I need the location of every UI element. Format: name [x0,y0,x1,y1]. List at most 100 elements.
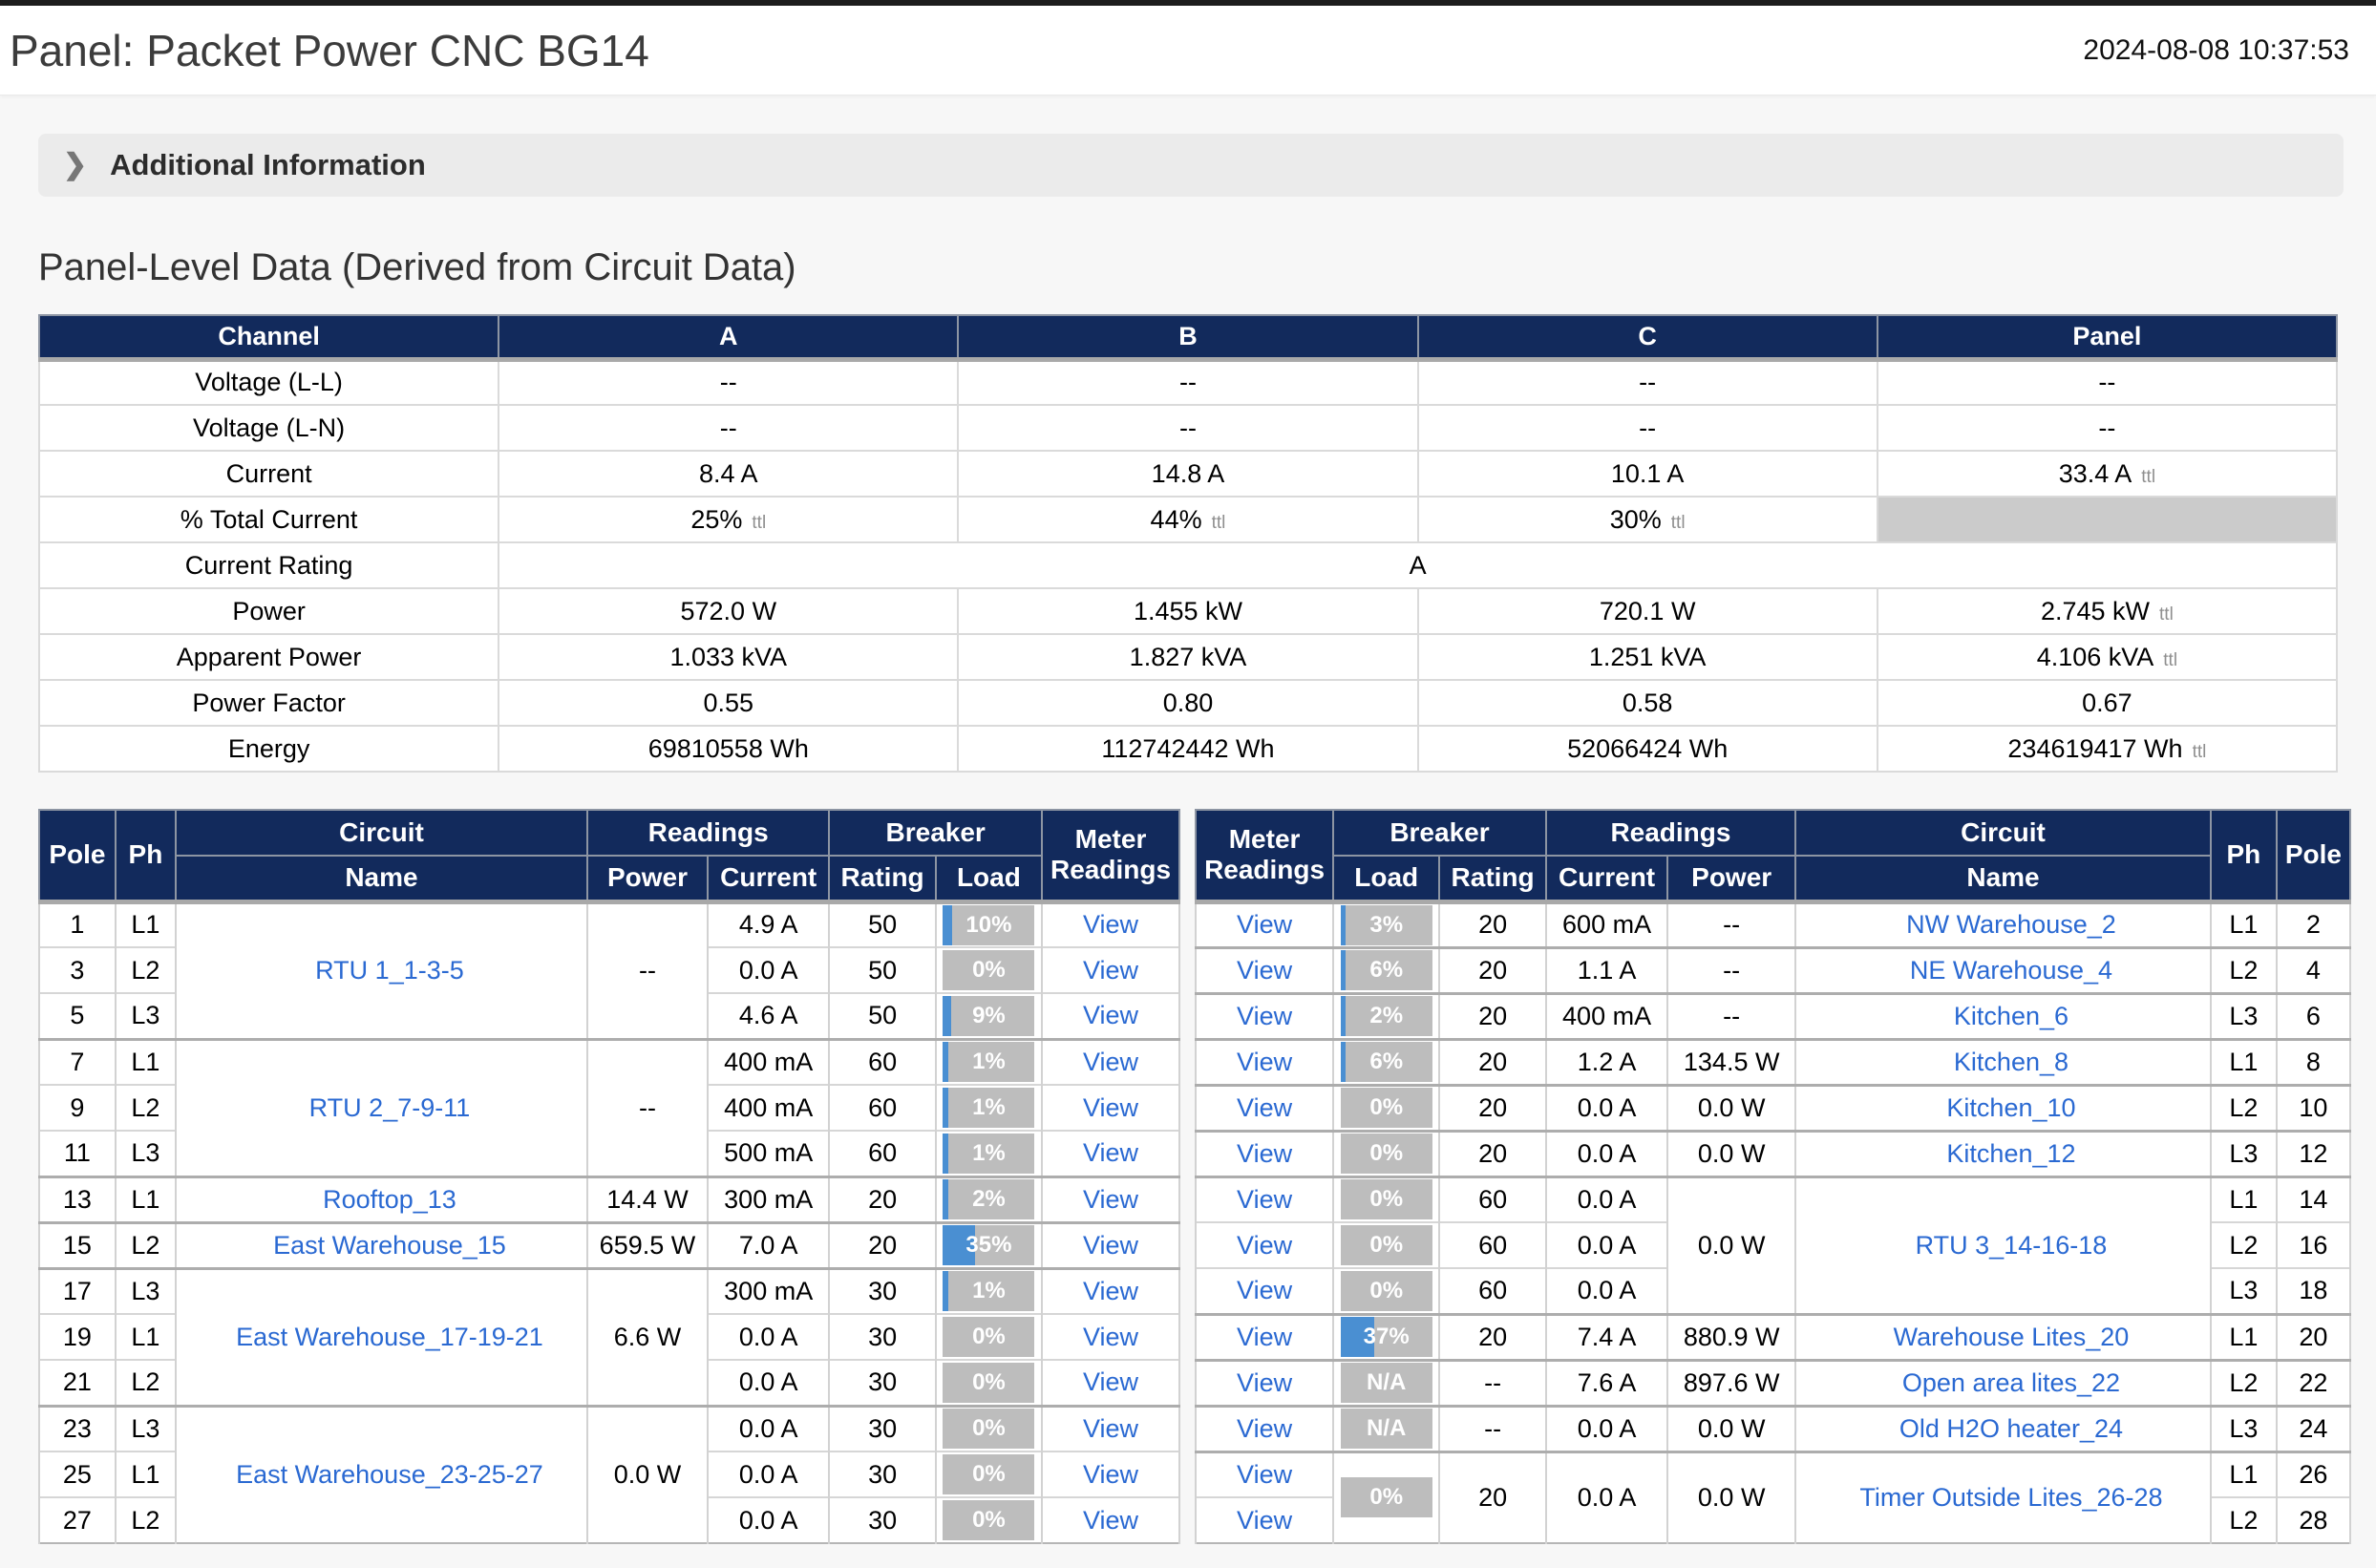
panel-value-cell: -- [958,359,1417,405]
view-meter-readings-link[interactable]: View [1237,1276,1292,1304]
circuit-name-cell: RTU 1_1-3-5 [176,901,587,1039]
ph-cell: L3 [2211,1131,2277,1176]
view-meter-readings-link[interactable]: View [1237,1460,1292,1489]
view-meter-readings-link[interactable]: View [1083,1367,1138,1396]
circuit-row-pole-20: View37%207.4 A880.9 WWarehouse Lites_20L… [1196,1314,2350,1360]
rating-cell: 20 [1439,1131,1546,1176]
view-meter-readings-link[interactable]: View [1083,1414,1138,1443]
view-meter-readings-link[interactable]: View [1083,1460,1138,1489]
panel-row-label: Current [39,451,499,497]
circuit-row-pole-2: View3%20600 mA--NW Warehouse_2L12 [1196,901,2350,947]
view-meter-readings-link[interactable]: View [1083,1001,1138,1029]
view-meter-readings-link[interactable]: View [1083,1093,1138,1122]
col-header-readings: Readings [587,810,829,856]
view-meter-readings-link[interactable]: View [1237,1414,1292,1443]
panel-value-cell: 44%ttl [958,497,1417,542]
circuit-name-cell: East Warehouse_23-25-27 [176,1406,587,1543]
circuit-name-link[interactable]: RTU 3_14-16-18 [1916,1231,2108,1260]
circuit-row-pole-24: ViewN/A--0.0 A0.0 WOld H2O heater_24L324 [1196,1406,2350,1451]
pole-cell: 2 [2277,901,2350,947]
circuit-row-pole-22: ViewN/A--7.6 A897.6 WOpen area lites_22L… [1196,1360,2350,1406]
current-cell: 300 mA [708,1268,829,1314]
circuit-name-link[interactable]: Rooftop_13 [323,1185,456,1214]
load-percent-label: 3% [1369,912,1403,939]
ph-cell: L1 [2211,1451,2277,1497]
circuit-name-link[interactable]: East Warehouse_15 [273,1231,506,1260]
circuit-name-link[interactable]: Open area lites_22 [1902,1368,2120,1397]
view-meter-readings-link[interactable]: View [1083,1048,1138,1076]
circuit-name-cell: RTU 2_7-9-11 [176,1039,587,1176]
circuit-name-link[interactable]: RTU 1_1-3-5 [315,956,464,985]
circuit-name-link[interactable]: NW Warehouse_2 [1906,910,2116,939]
power-cell: 659.5 W [587,1222,708,1268]
meter-readings-cell: View [1042,1406,1179,1451]
view-meter-readings-link[interactable]: View [1083,1323,1138,1351]
meter-readings-cell: View [1042,947,1179,993]
load-percent-label: 1% [972,1094,1006,1121]
view-meter-readings-link[interactable]: View [1237,910,1292,939]
view-meter-readings-link[interactable]: View [1237,956,1292,985]
current-cell: 1.2 A [1546,1039,1667,1085]
load-bar-fill [943,1179,948,1219]
page-title: Panel: Packet Power CNC BG14 [10,25,649,76]
meter-readings-cell: View [1196,1360,1333,1406]
load-percent-label: 0% [972,957,1006,984]
circuit-name-link[interactable]: East Warehouse_23-25-27 [236,1460,543,1489]
circuit-name-link[interactable]: Old H2O heater_24 [1899,1414,2123,1443]
circuit-name-link[interactable]: Kitchen_10 [1946,1093,2075,1122]
view-meter-readings-link[interactable]: View [1237,1231,1292,1260]
panel-value-cell: 1.251 kVA [1418,634,1877,680]
panel-table-row: Voltage (L-N)-------- [39,405,2337,451]
panel-value-cell: 0.80 [958,680,1417,726]
circuit-name-link[interactable]: East Warehouse_17-19-21 [236,1323,543,1351]
breaker-load-cell: 1% [936,1085,1042,1131]
circuit-name-link[interactable]: Kitchen_8 [1954,1048,2068,1076]
view-meter-readings-link[interactable]: View [1237,1002,1292,1030]
circuit-row-pole-23: 23L3East Warehouse_23-25-270.0 W0.0 A300… [39,1406,1179,1451]
view-meter-readings-link[interactable]: View [1237,1323,1292,1351]
ttl-suffix: ttl [2159,604,2174,625]
ttl-suffix: ttl [752,513,766,533]
panel-row-label: Energy [39,726,499,772]
breaker-load-cell: 0% [936,1314,1042,1360]
panel-value-cell [1877,497,2337,542]
power-cell: -- [1667,993,1795,1039]
view-meter-readings-link[interactable]: View [1083,1506,1138,1535]
pole-cell: 28 [2277,1497,2350,1543]
circuit-name-link[interactable]: Kitchen_12 [1946,1139,2075,1168]
view-meter-readings-link[interactable]: View [1083,910,1138,939]
view-meter-readings-link[interactable]: View [1237,1048,1292,1076]
panel-data-heading: Panel-Level Data (Derived from Circuit D… [38,246,2351,289]
rating-cell: 20 [1439,1085,1546,1131]
view-meter-readings-link[interactable]: View [1237,1185,1292,1214]
panel-value-cell: -- [1418,359,1877,405]
view-meter-readings-link[interactable]: View [1083,1185,1138,1214]
circuit-name-link[interactable]: Warehouse Lites_20 [1894,1323,2130,1351]
view-meter-readings-link[interactable]: View [1083,1231,1138,1260]
view-meter-readings-link[interactable]: View [1237,1093,1292,1122]
view-meter-readings-link[interactable]: View [1083,956,1138,985]
panel-value-cell: 0.67 [1877,680,2337,726]
ph-cell: L2 [116,1360,176,1406]
breaker-load-bar: 1% [943,1042,1034,1082]
circuit-name-link[interactable]: NE Warehouse_4 [1910,956,2112,985]
col-header-load: Load [1333,856,1439,901]
circuit-name-link[interactable]: Kitchen_6 [1954,1002,2068,1030]
additional-information-label: Additional Information [110,148,426,182]
ph-cell: L1 [116,1451,176,1497]
panel-value-cell: 30%ttl [1418,497,1877,542]
load-percent-label: 6% [1369,957,1403,984]
panel-value-cell: 0.58 [1418,680,1877,726]
view-meter-readings-link[interactable]: View [1237,1506,1292,1535]
circuit-name-link[interactable]: Timer Outside Lites_26-28 [1859,1483,2162,1512]
view-meter-readings-link[interactable]: View [1083,1138,1138,1167]
load-percent-label: 0% [972,1324,1006,1350]
circuit-name-link[interactable]: RTU 2_7-9-11 [309,1093,471,1122]
breaker-load-cell: N/A [1333,1360,1439,1406]
additional-information-toggle[interactable]: ❯ Additional Information [38,134,2344,197]
view-meter-readings-link[interactable]: View [1237,1139,1292,1168]
breaker-load-cell: 9% [936,993,1042,1039]
breaker-load-cell: 35% [936,1222,1042,1268]
view-meter-readings-link[interactable]: View [1237,1368,1292,1397]
view-meter-readings-link[interactable]: View [1083,1277,1138,1305]
